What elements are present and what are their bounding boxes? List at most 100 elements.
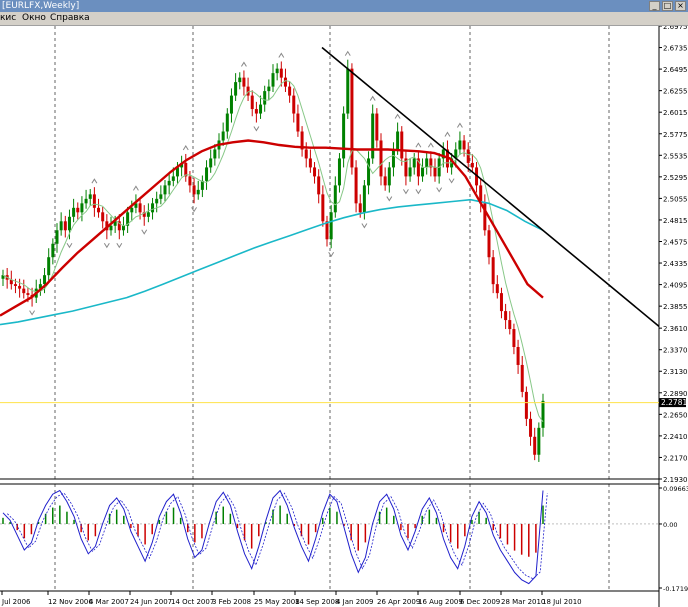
time-tick-label: 16 Aug 2009 bbox=[418, 598, 463, 606]
candle-body bbox=[146, 212, 150, 217]
candle-body bbox=[537, 427, 541, 455]
candle-body bbox=[433, 167, 437, 177]
candle-body bbox=[138, 203, 142, 213]
candle-body bbox=[80, 203, 84, 213]
candle-body bbox=[279, 68, 283, 78]
candle-body bbox=[491, 257, 495, 285]
candle-body bbox=[362, 185, 366, 213]
maximize-button[interactable]: □ bbox=[662, 1, 673, 11]
price-tick-label: 2.4575 bbox=[663, 239, 688, 247]
candle-body bbox=[379, 140, 383, 177]
time-tick-label: 4 Jan 2009 bbox=[336, 598, 374, 606]
candle-body bbox=[275, 68, 279, 74]
candle-body bbox=[400, 131, 404, 159]
time-tick-label: 3 Feb 2008 bbox=[212, 598, 251, 606]
candle-body bbox=[499, 293, 503, 312]
candle-body bbox=[242, 77, 246, 87]
candle-body bbox=[184, 162, 188, 177]
price-tick-label: 2.1930 bbox=[663, 476, 688, 484]
menu-item-window[interactable]: Окно bbox=[22, 12, 46, 25]
price-tick-label: 2.4815 bbox=[663, 217, 688, 225]
candle-body bbox=[43, 275, 47, 285]
candle-body bbox=[458, 140, 462, 150]
close-button[interactable]: × bbox=[675, 1, 686, 11]
candle-body bbox=[246, 86, 250, 96]
price-tick-label: 2.4095 bbox=[663, 282, 688, 290]
candle-body bbox=[283, 77, 287, 87]
candle-body bbox=[92, 194, 96, 208]
candle-body bbox=[524, 391, 528, 419]
price-tick-label: 2.3370 bbox=[663, 347, 688, 355]
candle-body bbox=[59, 221, 63, 231]
candle-body bbox=[63, 221, 67, 231]
oscillator-tick-label: 0.09663 bbox=[663, 485, 688, 493]
candle-body bbox=[346, 68, 350, 114]
price-tick-label: 2.6255 bbox=[663, 88, 688, 96]
window-controls: _ □ × bbox=[649, 1, 686, 11]
candle-body bbox=[495, 284, 499, 294]
time-tick-label: 6 Dec 2009 bbox=[460, 598, 500, 606]
candle-body bbox=[329, 212, 333, 240]
candle-body bbox=[504, 311, 508, 321]
window-titlebar[interactable]: [EURLFX,Weekly] _ □ × bbox=[0, 0, 688, 12]
chart-area[interactable]: 2.6975 2.6735 2.6495 2.6255 2.6015 2.5775 2.55… bbox=[0, 26, 688, 607]
candle-body bbox=[317, 176, 321, 195]
minimize-button[interactable]: _ bbox=[649, 1, 660, 11]
candle-body bbox=[337, 158, 341, 186]
time-tick-label: 26 Apr 2009 bbox=[377, 598, 420, 606]
price-tick-label: 2.3855 bbox=[663, 303, 688, 311]
candle-body bbox=[342, 113, 346, 159]
candle-body bbox=[391, 149, 395, 168]
candle-body bbox=[267, 86, 271, 92]
candle-body bbox=[188, 176, 192, 186]
candle-body bbox=[13, 284, 17, 286]
candle-body bbox=[412, 158, 416, 168]
oscillator-tick-label: -0.17191 bbox=[663, 585, 688, 593]
candle-body bbox=[387, 167, 391, 186]
candle-body bbox=[205, 167, 209, 181]
time-tick-label: 18 Jul 2010 bbox=[542, 598, 582, 606]
candle-body bbox=[529, 418, 533, 437]
candle-body bbox=[520, 364, 524, 392]
price-tick-label: 2.5295 bbox=[663, 174, 688, 182]
candle-body bbox=[97, 207, 101, 213]
candle-body bbox=[288, 86, 292, 96]
price-tick-label: 2.2170 bbox=[663, 454, 688, 462]
candle-body bbox=[151, 203, 155, 213]
candle-body bbox=[250, 95, 254, 110]
candle-body bbox=[508, 320, 512, 330]
current-price-label: 2.2781 bbox=[661, 398, 687, 407]
candle-body bbox=[234, 82, 238, 96]
candle-body bbox=[371, 113, 375, 159]
price-tick-label: 2.5535 bbox=[663, 152, 688, 160]
menu-item-help[interactable]: Справка bbox=[50, 12, 90, 25]
candle-body bbox=[88, 194, 92, 199]
time-tick-label: 12 Nov 2006 bbox=[48, 598, 93, 606]
candle-body bbox=[375, 113, 379, 141]
candle-body bbox=[487, 230, 491, 258]
candle-body bbox=[51, 243, 55, 258]
price-tick-label: 2.4335 bbox=[663, 260, 688, 268]
candle-body bbox=[47, 257, 51, 276]
candle-body bbox=[512, 329, 516, 348]
menu-bar: кис Окно Справка bbox=[0, 12, 688, 26]
candle-body bbox=[325, 221, 329, 240]
candle-body bbox=[163, 185, 167, 195]
candle-body bbox=[470, 162, 474, 168]
candle-body bbox=[466, 149, 470, 163]
candle-body bbox=[130, 207, 134, 213]
time-tick-label: 24 Jun 2007 bbox=[130, 598, 172, 606]
candle-body bbox=[296, 113, 300, 132]
menu-item-charts[interactable]: кис bbox=[0, 12, 16, 25]
candle-body bbox=[254, 109, 258, 114]
candle-body bbox=[367, 158, 371, 186]
candle-body bbox=[196, 189, 200, 195]
price-tick-label: 2.3610 bbox=[663, 325, 688, 333]
candle-body bbox=[396, 131, 400, 150]
candle-body bbox=[313, 167, 317, 177]
candle-body bbox=[121, 225, 125, 231]
price-tick-label: 2.6495 bbox=[663, 66, 688, 74]
candle-body bbox=[238, 77, 242, 83]
candle-body bbox=[263, 91, 267, 105]
price-tick-label: 2.6735 bbox=[663, 45, 688, 53]
